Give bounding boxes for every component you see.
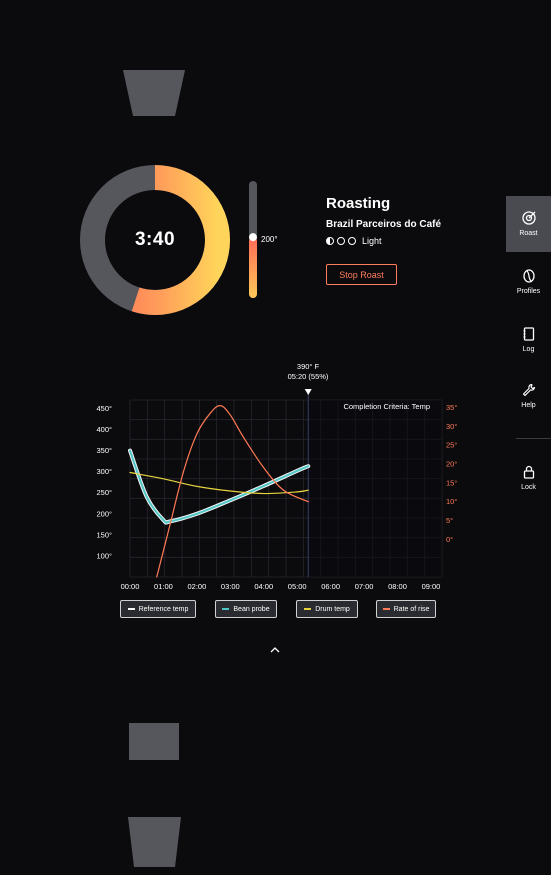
bean-name: Brazil Parceiros do Café xyxy=(326,219,442,230)
x-tick-label: 03:00 xyxy=(221,582,240,591)
x-tick-label: 08:00 xyxy=(388,582,407,591)
x-tick-label: 00:00 xyxy=(121,582,140,591)
chart-series xyxy=(128,405,311,578)
legend-swatch xyxy=(222,608,230,610)
y-left-tick-label: 250° xyxy=(96,488,112,497)
roast-level-dot xyxy=(326,237,334,245)
y-left-tick-label: 300° xyxy=(96,467,112,476)
legend-label: Rate of rise xyxy=(393,605,430,613)
legend-item-reference-temp[interactable]: Reference temp xyxy=(120,600,196,618)
legend-label: Reference temp xyxy=(138,605,189,613)
y-right-tick-label: 15° xyxy=(446,478,457,487)
current-time-marker xyxy=(304,389,312,395)
temperature-slider-fill xyxy=(249,237,257,298)
legend-item-drum-temp[interactable]: Drum temp xyxy=(296,600,358,618)
chevron-up-icon[interactable] xyxy=(268,645,282,655)
x-tick-label: 06:00 xyxy=(321,582,340,591)
y-right-tick-label: 0° xyxy=(446,535,453,544)
sidebar-nav-bottom: Lock xyxy=(506,452,551,504)
coffee-bean-icon xyxy=(522,269,535,283)
y-left-tick-label: 350° xyxy=(96,446,112,455)
legend-swatch xyxy=(382,608,390,610)
target-icon xyxy=(521,211,536,225)
series-line-bean-probe xyxy=(129,449,310,524)
roast-level-dot xyxy=(337,237,345,245)
nav-item-roast[interactable]: Roast xyxy=(506,196,551,252)
roast-status: Roasting xyxy=(326,195,391,212)
wrench-icon xyxy=(522,383,535,397)
nav-item-profiles[interactable]: Profiles xyxy=(506,252,551,312)
chart-grid xyxy=(129,389,443,578)
roast-level: Light xyxy=(326,236,382,246)
stop-roast-button[interactable]: Stop Roast xyxy=(326,264,397,285)
sidebar-divider xyxy=(516,438,551,439)
marker-time: 05:20 (55%) xyxy=(287,372,329,381)
drum-block-icon xyxy=(129,723,179,760)
lock-icon xyxy=(523,465,534,479)
sidebar-nav: Roast Profiles Log Help xyxy=(506,196,551,424)
y-right-tick-label: 30° xyxy=(446,422,457,431)
legend-swatch xyxy=(304,608,312,610)
nav-item-lock[interactable]: Lock xyxy=(506,452,551,504)
y-right-tick-label: 20° xyxy=(446,460,457,469)
marker-temp: 390° F xyxy=(296,362,320,371)
y-right-tick-label: 25° xyxy=(446,441,457,450)
legend-item-bean-probe[interactable]: Bean probe xyxy=(215,600,277,618)
completion-criteria-label: Completion Criteria: Temp xyxy=(343,402,430,411)
future-region xyxy=(308,400,442,577)
roast-level-label: Light xyxy=(362,236,382,246)
roast-level-dot xyxy=(348,237,356,245)
x-tick-label: 01:00 xyxy=(154,582,173,591)
y-left-tick-label: 400° xyxy=(96,425,112,434)
notebook-icon xyxy=(523,327,534,341)
nav-label: Profiles xyxy=(516,288,541,295)
y-right-tick-label: 35° xyxy=(446,403,457,412)
nav-item-help[interactable]: Help xyxy=(506,368,551,424)
legend-label: Bean probe xyxy=(233,605,270,613)
legend-label: Drum temp xyxy=(315,605,350,613)
y-left-tick-label: 150° xyxy=(96,530,112,539)
hopper-top-icon xyxy=(123,70,185,116)
x-tick-label: 05:00 xyxy=(288,582,307,591)
y-right-tick-label: 10° xyxy=(446,497,457,506)
nav-label: Help xyxy=(521,402,536,409)
nav-item-log[interactable]: Log xyxy=(506,312,551,368)
roast-chart: 450° 400° 350° 300° 250° 200° 150° 100° 35° 30° 25… xyxy=(96,389,457,591)
legend-swatch xyxy=(127,608,135,610)
nav-label: Lock xyxy=(521,484,536,491)
legend-item-rate-of-rise[interactable]: Rate of rise xyxy=(376,600,436,618)
nav-label: Log xyxy=(522,346,535,353)
nav-label: Roast xyxy=(519,230,538,237)
y-left-tick-label: 200° xyxy=(96,509,112,518)
series-line-drum-temp xyxy=(129,471,309,495)
cooling-tray-icon xyxy=(128,817,181,867)
chart-marker-label: 390° F 05:20 (55%) xyxy=(280,362,336,382)
temperature-value: 200° xyxy=(261,235,278,244)
x-tick-label: 02:00 xyxy=(187,582,206,591)
x-tick-label: 07:00 xyxy=(355,582,374,591)
temperature-slider-knob xyxy=(249,233,257,242)
x-tick-label: 04:00 xyxy=(254,582,273,591)
y-left-tick-label: 100° xyxy=(96,551,112,560)
x-tick-label: 09:00 xyxy=(422,582,441,591)
y-left-tick-label: 450° xyxy=(96,404,112,413)
roast-timer: 3:40 xyxy=(134,229,176,250)
y-right-tick-label: 5° xyxy=(446,516,453,525)
temperature-slider[interactable] xyxy=(249,181,257,298)
